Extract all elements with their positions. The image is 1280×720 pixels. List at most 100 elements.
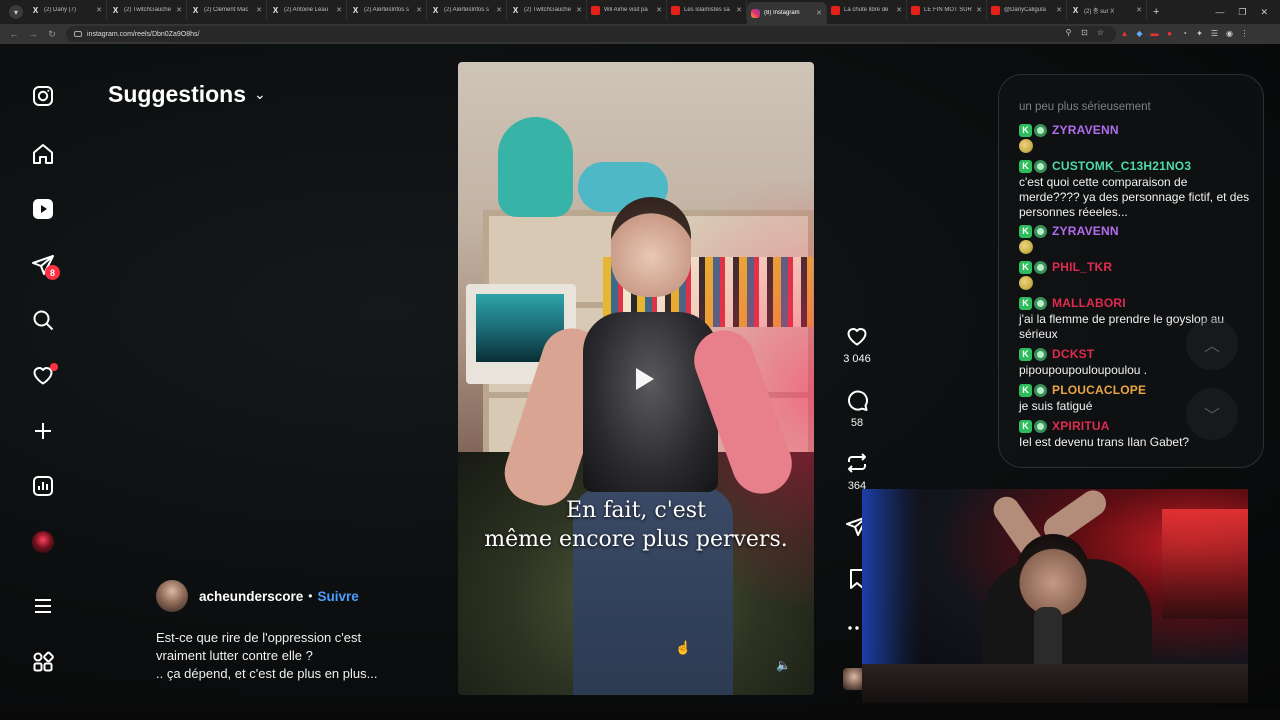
caption-line: vraiment lutter contre elle ? [156,648,313,663]
volume-icon[interactable]: 🔈 [776,658,791,672]
profile-avatar[interactable] [28,527,58,557]
browser-tab[interactable]: X (2) Dany (7) ✕ [27,0,107,20]
home-icon[interactable] [28,139,58,169]
browser-tab[interactable]: X (2) AlertesInfos s ✕ [347,0,427,20]
tab-close-icon[interactable]: ✕ [336,6,342,14]
browser-tab[interactable]: (8) Instagram ✕ [747,2,827,24]
more-menu-icon[interactable]: ⋮ [1240,29,1249,38]
tab-close-icon[interactable]: ✕ [1056,6,1062,14]
tab-close-icon[interactable]: ✕ [896,6,902,14]
tab-close-icon[interactable]: ✕ [496,6,502,14]
extension-icon[interactable]: ▬ [1150,29,1159,38]
tab-close-icon[interactable]: ✕ [1136,6,1142,14]
instagram-favicon-icon [751,8,760,18]
subscriber-badge-icon [1034,224,1047,238]
extension-icon[interactable]: ◔ [1180,29,1189,38]
tab-title: (2) Antoine Léau [284,7,329,13]
chat-username: DCKST [1052,347,1095,361]
browser-tab[interactable]: X (2) Antoine Léau ✕ [267,0,347,20]
chat-username: XPIRITUA [1052,419,1110,433]
forward-icon[interactable]: → [28,29,38,39]
site-info-icon[interactable] [74,31,82,37]
also-from-meta-icon[interactable] [28,647,58,677]
tab-title: (8) Instagram [764,10,800,16]
browser-tab[interactable]: LE FIN MOT SUR ✕ [907,0,987,20]
more-menu-icon[interactable] [28,591,58,621]
extension-icon[interactable]: ◆ [1135,29,1144,38]
downloads-icon[interactable]: ☰ [1210,29,1219,38]
extension-icon[interactable]: ▲ [1120,29,1129,38]
sidebar-nav: 8 [28,44,60,710]
instagram-logo-icon[interactable] [28,81,58,111]
kick-badge-icon: K [1019,383,1032,397]
browser-tab[interactable]: @DanyCaligula ✕ [987,0,1067,20]
tab-title: (2) Clément Mac [204,7,249,13]
tab-close-icon[interactable]: ✕ [96,6,102,14]
messages-icon[interactable]: 8 [28,250,60,280]
tab-close-icon[interactable]: ✕ [176,6,182,14]
profile-icon[interactable]: ◉ [1225,29,1234,38]
tab-close-icon[interactable]: ✕ [736,6,742,14]
tab-search-button[interactable]: ▾ [9,5,23,19]
maximize-icon[interactable]: ❐ [1238,7,1246,18]
kick-badge-icon: K [1019,419,1032,433]
post-caption[interactable]: Est-ce que rire de l'oppression c'est vr… [156,629,406,683]
minimize-icon[interactable]: — [1215,7,1224,18]
subscriber-badge-icon [1034,296,1047,310]
browser-tab[interactable]: Les islamistes sa ✕ [667,0,747,20]
address-bar[interactable]: instagram.com/reels/Dbn0Za9O8hs/ [66,26,1116,42]
dashboard-icon[interactable] [28,471,58,501]
extension-icon[interactable]: ● [1165,29,1174,38]
browser-tab[interactable]: X (2) 총 sur X ✕ [1067,0,1147,20]
reload-icon[interactable]: ↻ [47,29,57,40]
kick-badge-icon: K [1019,347,1032,361]
chat-message: K ZYRAVENN [1019,223,1251,254]
tab-close-icon[interactable]: ✕ [576,6,582,14]
close-window-icon[interactable]: ✕ [1260,7,1268,18]
puzzle-icon[interactable]: ✦ [1195,29,1204,38]
suggestions-dropdown[interactable]: Suggestions ⌄ [108,81,266,108]
create-plus-icon[interactable] [28,416,58,446]
caption-line: Est-ce que rire de l'oppression c'est [156,630,362,645]
search-icon[interactable] [28,305,58,335]
tab-close-icon[interactable]: ✕ [816,9,822,17]
browser-tab[interactable]: X (2) TwitchGauche ✕ [107,0,187,20]
zoom-icon[interactable]: ⚲ [1064,28,1073,37]
repost-button[interactable]: 364 [836,451,878,492]
x-favicon-icon: X [272,5,279,15]
follow-button[interactable]: Suivre [318,589,359,604]
youtube-favicon-icon [591,5,600,15]
scroll-up-chevron-icon[interactable]: ︿ [1186,318,1238,370]
back-icon[interactable]: ← [9,29,19,39]
tab-close-icon[interactable]: ✕ [416,6,422,14]
browser-tab[interactable]: X (2) Clément Mac ✕ [187,0,267,20]
scroll-down-chevron-icon[interactable]: ﹀ [1186,388,1238,440]
browser-tab[interactable]: X (2) AlertesInfos s ✕ [427,0,507,20]
post-author: acheunderscore • Suivre [156,580,359,612]
bookmark-star-icon[interactable]: ☆ [1096,28,1105,37]
tab-title: Les islamistes sa [684,7,730,13]
author-username[interactable]: acheunderscore [199,589,303,604]
kick-badge-icon: K [1019,123,1032,137]
kick-badge-icon: K [1019,159,1032,173]
install-icon[interactable]: ⊡ [1080,28,1089,37]
browser-tab[interactable]: Wil Aime visit pa ✕ [587,0,667,20]
notifications-heart-icon[interactable] [28,360,58,390]
comment-button[interactable]: 58 [836,388,878,429]
browser-toolbar: ← → ↻ instagram.com/reels/Dbn0Za9O8hs/ ⚲… [0,24,1280,44]
tab-close-icon[interactable]: ✕ [256,6,262,14]
tab-close-icon[interactable]: ✕ [976,6,982,14]
tab-close-icon[interactable]: ✕ [656,6,662,14]
author-avatar[interactable] [156,580,188,612]
browser-tab[interactable]: X (2) TwitchGauche ✕ [507,0,587,20]
browser-tab[interactable]: La chute libre de ✕ [827,0,907,20]
new-tab-button[interactable]: + [1153,6,1159,18]
chat-username: CUSTOMK_C13H21NO3 [1052,159,1192,173]
reels-icon[interactable] [28,194,58,224]
x-favicon-icon: X [32,5,39,15]
chat-emote-icon [1019,139,1033,153]
chat-message: K CUSTOMK_C13H21NO3 c'est quoi cette compa… [1019,158,1251,220]
like-button[interactable]: 3 046 [836,324,878,365]
play-icon[interactable] [636,368,654,390]
subscriber-badge-icon [1034,260,1047,274]
